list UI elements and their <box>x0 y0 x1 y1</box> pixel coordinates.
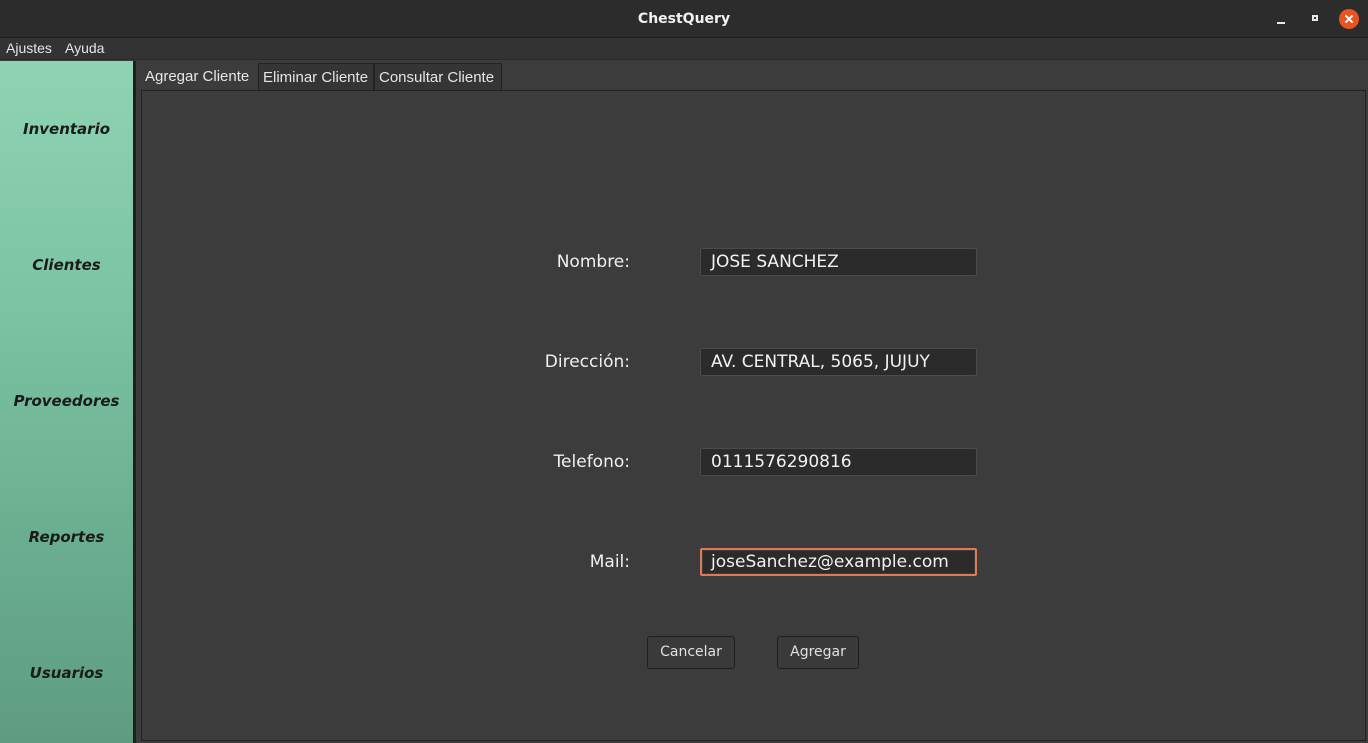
telefono-label: Telefono: <box>553 452 630 472</box>
minimize-icon[interactable] <box>1272 9 1292 29</box>
menu-bar: Ajustes Ayuda <box>0 38 1368 60</box>
close-icon[interactable] <box>1339 9 1359 29</box>
telefono-field[interactable]: 0111576290816 <box>700 448 977 476</box>
direccion-label: Dirección: <box>544 352 630 372</box>
window-title: ChestQuery <box>637 11 731 27</box>
tab-eliminar-cliente[interactable]: Eliminar Cliente <box>258 63 374 91</box>
tab-panel <box>141 90 1366 741</box>
direccion-field[interactable]: AV. CENTRAL, 5065, JUJUY <box>700 348 977 376</box>
sidebar-item-proveedores[interactable]: Proveedores <box>0 392 133 410</box>
mail-label: Mail: <box>589 552 630 572</box>
menu-ayuda[interactable]: Ayuda <box>65 40 104 56</box>
add-button[interactable]: Agregar <box>777 636 859 669</box>
cancel-button[interactable]: Cancelar <box>647 636 735 669</box>
title-bar: ChestQuery <box>0 0 1368 38</box>
nombre-field[interactable]: JOSE SANCHEZ <box>700 248 977 276</box>
mail-field[interactable]: joseSanchez@example.com <box>700 548 977 576</box>
tab-consultar-cliente[interactable]: Consultar Cliente <box>374 63 502 91</box>
maximize-icon[interactable] <box>1306 9 1326 29</box>
tab-agregar-cliente[interactable]: Agregar Cliente <box>141 63 258 91</box>
menu-ajustes[interactable]: Ajustes <box>6 40 52 56</box>
sidebar-item-inventario[interactable]: Inventario <box>0 120 133 138</box>
sidebar-item-clientes[interactable]: Clientes <box>0 256 133 274</box>
sidebar-item-reportes[interactable]: Reportes <box>0 528 133 546</box>
nombre-label: Nombre: <box>556 252 630 272</box>
sidebar-item-usuarios[interactable]: Usuarios <box>0 664 133 682</box>
sidebar: Inventario Clientes Proveedores Reportes… <box>0 61 136 743</box>
